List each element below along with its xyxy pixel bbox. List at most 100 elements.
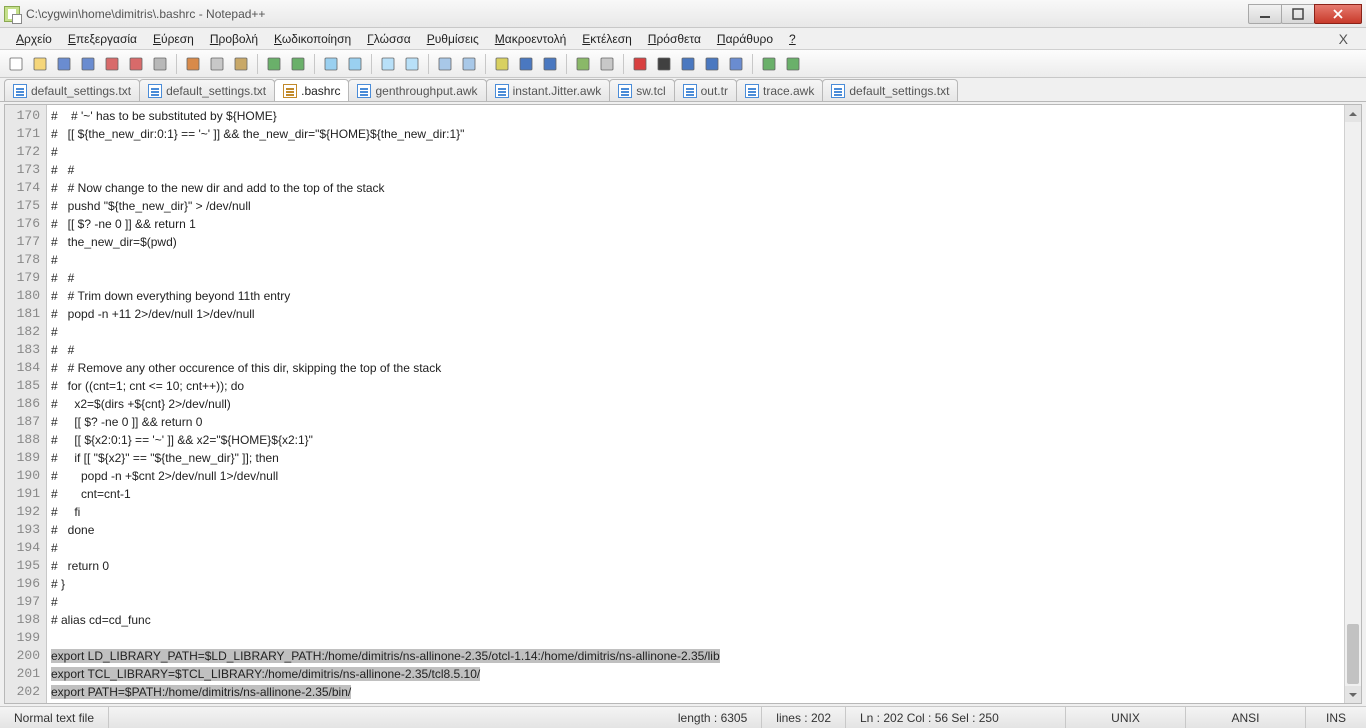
wrap-icon[interactable] <box>492 54 512 74</box>
sync-h-icon[interactable] <box>459 54 479 74</box>
menu-item[interactable]: Παράθυρο <box>709 30 781 48</box>
tab[interactable]: default_settings.txt <box>139 79 275 101</box>
redo-icon[interactable] <box>288 54 308 74</box>
code-line[interactable]: # # Trim down everything beyond 11th ent… <box>51 287 1340 305</box>
code-line[interactable]: # [[ ${the_new_dir:0:1} == '~' ]] && the… <box>51 125 1340 143</box>
save-macro-icon[interactable] <box>726 54 746 74</box>
scroll-thumb[interactable] <box>1347 624 1359 684</box>
new-file-icon[interactable] <box>6 54 26 74</box>
vertical-scrollbar[interactable] <box>1344 105 1361 703</box>
code-line[interactable]: # for ((cnt=1; cnt <= 10; cnt++)); do <box>51 377 1340 395</box>
menu-item[interactable]: Εύρεση <box>145 30 202 48</box>
zoom-in-icon[interactable] <box>378 54 398 74</box>
spell-next-icon[interactable] <box>783 54 803 74</box>
tab[interactable]: instant.Jitter.awk <box>486 79 611 101</box>
toolbar-separator <box>176 54 177 74</box>
scroll-up-icon[interactable] <box>1345 105 1361 122</box>
code-line[interactable]: # <box>51 143 1340 161</box>
replace-icon[interactable] <box>345 54 365 74</box>
code-line[interactable]: # # Remove any other occurence of this d… <box>51 359 1340 377</box>
close-window-button[interactable] <box>1314 4 1362 24</box>
minimize-button[interactable] <box>1248 4 1282 24</box>
menu-item[interactable]: Κωδικοποίηση <box>266 30 359 48</box>
zoom-out-icon[interactable] <box>402 54 422 74</box>
code-line[interactable]: export TCL_LIBRARY=$TCL_LIBRARY:/home/di… <box>51 665 1340 683</box>
tab[interactable]: trace.awk <box>736 79 823 101</box>
play-icon[interactable] <box>678 54 698 74</box>
status-lines: lines : 202 <box>762 707 846 728</box>
close-document-button[interactable]: X <box>1329 31 1358 47</box>
code-line[interactable]: # done <box>51 521 1340 539</box>
menu-item[interactable]: Επεξεργασία <box>60 30 145 48</box>
code-line[interactable]: # # '~' has to be substituted by ${HOME} <box>51 107 1340 125</box>
code-line[interactable] <box>51 629 1340 647</box>
code-line[interactable]: # # <box>51 341 1340 359</box>
all-chars-icon[interactable] <box>516 54 536 74</box>
menu-item[interactable]: Μακροεντολή <box>487 30 574 48</box>
sync-v-icon[interactable] <box>435 54 455 74</box>
code-line[interactable]: # return 0 <box>51 557 1340 575</box>
menu-item[interactable]: Αρχείο <box>8 30 60 48</box>
paste-icon[interactable] <box>231 54 251 74</box>
spell-icon[interactable] <box>759 54 779 74</box>
close-icon[interactable] <box>102 54 122 74</box>
code-line[interactable]: # [[ $? -ne 0 ]] && return 0 <box>51 413 1340 431</box>
menu-item[interactable]: Πρόσθετα <box>640 30 709 48</box>
menu-item[interactable]: Εκτέλεση <box>574 30 640 48</box>
menu-item[interactable]: ? <box>781 30 804 48</box>
tab[interactable]: default_settings.txt <box>822 79 958 101</box>
save-icon[interactable] <box>54 54 74 74</box>
code-line[interactable]: # <box>51 323 1340 341</box>
find-icon[interactable] <box>321 54 341 74</box>
save-all-icon[interactable] <box>78 54 98 74</box>
print-icon[interactable] <box>150 54 170 74</box>
tab[interactable]: sw.tcl <box>609 79 674 101</box>
code-line[interactable]: # cnt=cnt-1 <box>51 485 1340 503</box>
menu-item[interactable]: Προβολή <box>202 30 266 48</box>
menu-item[interactable]: Γλώσσα <box>359 30 419 48</box>
lang-icon[interactable] <box>573 54 593 74</box>
code-line[interactable]: # # <box>51 161 1340 179</box>
tab[interactable]: default_settings.txt <box>4 79 140 101</box>
indent-guide-icon[interactable] <box>540 54 560 74</box>
code-line[interactable]: # pushd "${the_new_dir}" > /dev/null <box>51 197 1340 215</box>
tab-bar: default_settings.txtdefault_settings.txt… <box>0 78 1366 102</box>
close-all-icon[interactable] <box>126 54 146 74</box>
code-line[interactable]: # the_new_dir=$(pwd) <box>51 233 1340 251</box>
code-line[interactable]: # } <box>51 575 1340 593</box>
code-line[interactable]: # # Now change to the new dir and add to… <box>51 179 1340 197</box>
play-multi-icon[interactable] <box>702 54 722 74</box>
code-line[interactable]: # alias cd=cd_func <box>51 611 1340 629</box>
doc-map-icon[interactable] <box>597 54 617 74</box>
code-line[interactable]: # # <box>51 269 1340 287</box>
record-icon[interactable] <box>630 54 650 74</box>
tab[interactable]: .bashrc <box>274 79 349 101</box>
code-line[interactable]: # <box>51 539 1340 557</box>
code-line[interactable]: # <box>51 251 1340 269</box>
editor[interactable]: 170 171 172 173 174 175 176 177 178 179 … <box>5 105 1361 703</box>
code-line[interactable]: # fi <box>51 503 1340 521</box>
code-line[interactable]: # if [[ "${x2}" == "${the_new_dir}" ]]; … <box>51 449 1340 467</box>
code-line[interactable]: # x2=$(dirs +${cnt} 2>/dev/null) <box>51 395 1340 413</box>
tab[interactable]: out.tr <box>674 79 737 101</box>
status-mode: INS <box>1306 707 1366 728</box>
undo-icon[interactable] <box>264 54 284 74</box>
code-content[interactable]: # # '~' has to be substituted by ${HOME}… <box>47 105 1344 703</box>
code-line[interactable]: export LD_LIBRARY_PATH=$LD_LIBRARY_PATH:… <box>51 647 1340 665</box>
code-line[interactable]: # <box>51 593 1340 611</box>
code-line[interactable]: # [[ ${x2:0:1} == '~' ]] && x2="${HOME}$… <box>51 431 1340 449</box>
maximize-button[interactable] <box>1281 4 1315 24</box>
stop-icon[interactable] <box>654 54 674 74</box>
code-line[interactable]: # popd -n +11 2>/dev/null 1>/dev/null <box>51 305 1340 323</box>
scroll-track[interactable] <box>1345 122 1361 686</box>
tab-label: sw.tcl <box>636 84 665 98</box>
scroll-down-icon[interactable] <box>1345 686 1361 703</box>
code-line[interactable]: # [[ $? -ne 0 ]] && return 1 <box>51 215 1340 233</box>
cut-icon[interactable] <box>183 54 203 74</box>
open-file-icon[interactable] <box>30 54 50 74</box>
code-line[interactable]: # popd -n +$cnt 2>/dev/null 1>/dev/null <box>51 467 1340 485</box>
menu-item[interactable]: Ρυθμίσεις <box>419 30 487 48</box>
copy-icon[interactable] <box>207 54 227 74</box>
tab[interactable]: genthroughput.awk <box>348 79 486 101</box>
code-line[interactable]: export PATH=$PATH:/home/dimitris/ns-alli… <box>51 683 1340 701</box>
